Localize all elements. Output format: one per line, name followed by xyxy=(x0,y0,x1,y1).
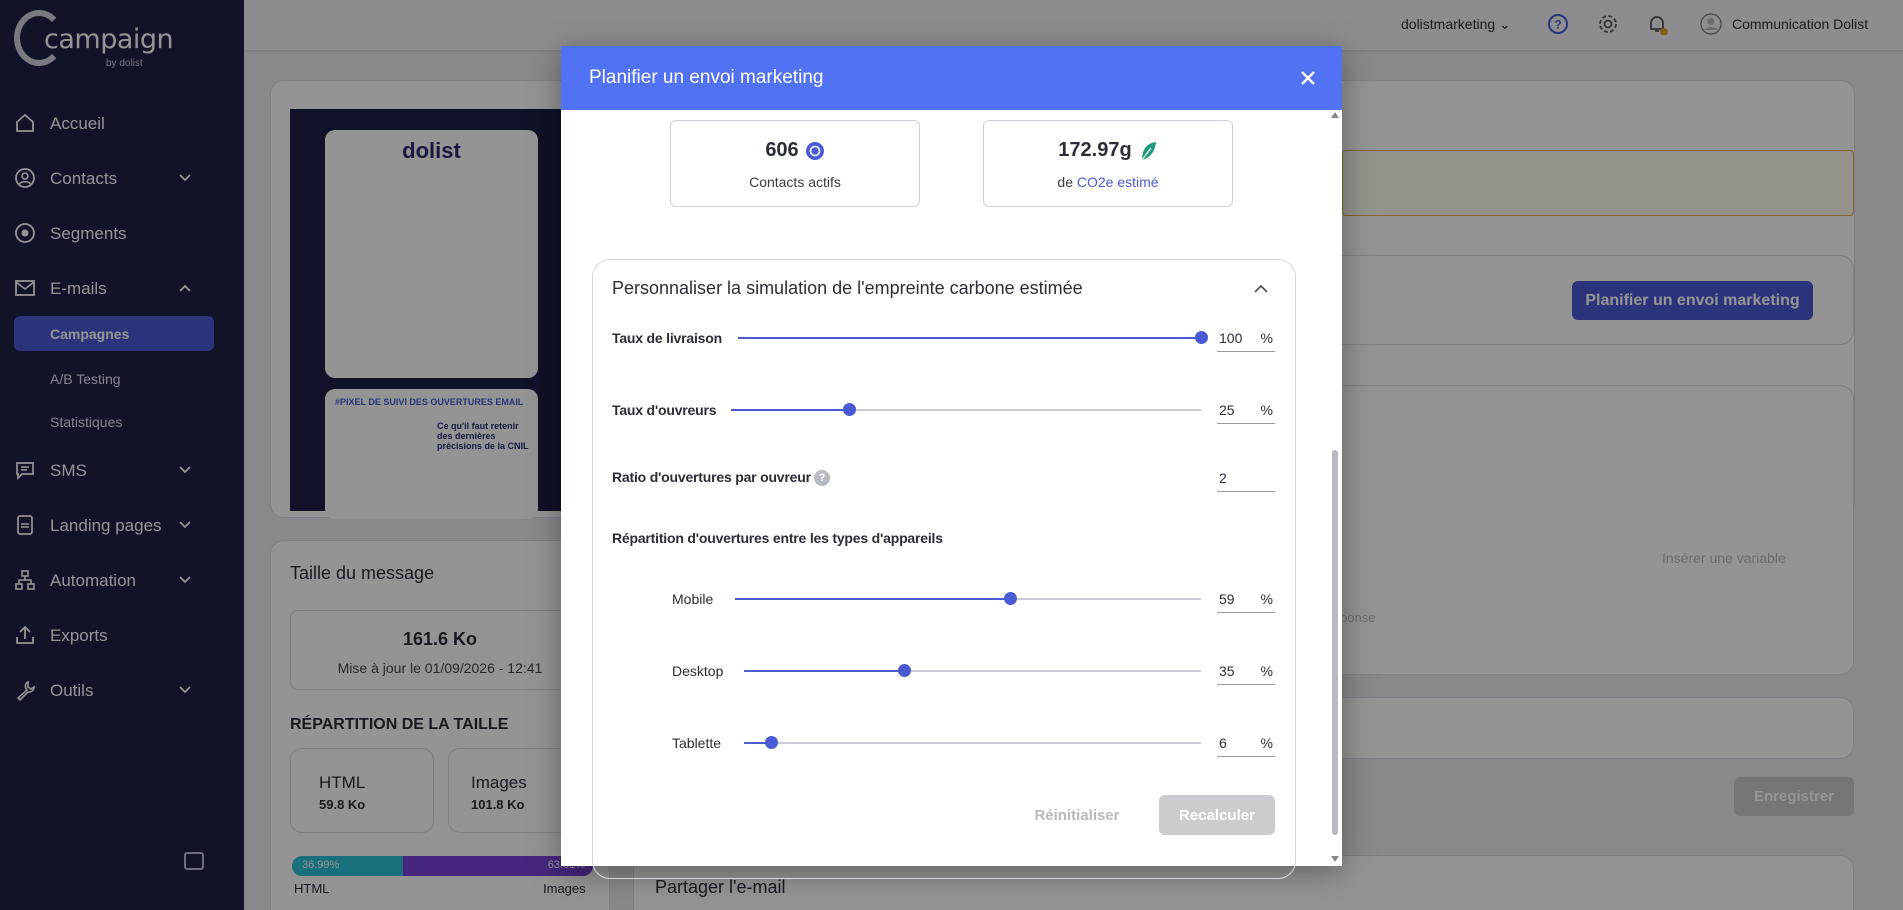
desktop-slider[interactable] xyxy=(744,664,1201,677)
open-slider[interactable] xyxy=(731,403,1201,416)
co2-link[interactable]: CO2e estimé xyxy=(1077,174,1159,190)
reset-button[interactable]: Réinitialiser xyxy=(1022,796,1132,834)
mobile-input[interactable]: 59 % xyxy=(1217,585,1275,613)
desktop-value: 35 xyxy=(1219,663,1235,679)
contacts-label: Contacts actifs xyxy=(749,174,841,190)
ratio-input[interactable]: 2 xyxy=(1217,464,1275,492)
mobile-unit: % xyxy=(1260,591,1273,607)
delivery-slider-fill xyxy=(738,337,1201,339)
delivery-slider[interactable] xyxy=(738,331,1208,344)
open-slider-thumb[interactable] xyxy=(842,403,856,416)
devices-title: Répartition d'ouvertures entre les types… xyxy=(612,530,943,546)
modal-scrollbar[interactable] xyxy=(1330,110,1340,866)
delivery-label: Taux de livraison xyxy=(612,330,722,346)
co2-value: 172.97g xyxy=(1058,139,1132,161)
delivery-slider-thumb[interactable] xyxy=(1195,331,1208,344)
contacts-value: 606 xyxy=(765,139,799,161)
modal-title: Planifier un envoi marketing xyxy=(589,67,824,88)
recalculate-button[interactable]: Recalculer xyxy=(1159,795,1275,835)
scroll-thumb[interactable] xyxy=(1332,450,1338,835)
ratio-value: 2 xyxy=(1219,470,1227,486)
open-value: 25 xyxy=(1219,402,1235,418)
scroll-down-arrow-icon[interactable] xyxy=(1331,856,1339,862)
tablet-value: 6 xyxy=(1219,735,1227,751)
open-label: Taux d'ouvreurs xyxy=(612,402,717,418)
mobile-slider-thumb[interactable] xyxy=(1003,592,1017,605)
open-slider-fill xyxy=(731,409,849,411)
delivery-unit: % xyxy=(1260,330,1273,346)
mobile-value: 59 xyxy=(1219,591,1235,607)
contacts-stat: 606 Contacts actifs xyxy=(670,120,920,207)
chevron-up-icon[interactable] xyxy=(1253,281,1269,297)
contacts-info-icon[interactable] xyxy=(805,141,825,161)
tablet-slider[interactable] xyxy=(744,736,1201,749)
tablet-label: Tablette xyxy=(672,735,722,751)
mobile-slider-fill xyxy=(735,598,1010,600)
delivery-input[interactable]: 100 % xyxy=(1217,324,1275,352)
mobile-slider[interactable] xyxy=(735,592,1201,605)
mobile-label: Mobile xyxy=(672,591,714,607)
tablet-unit: % xyxy=(1260,735,1273,751)
open-input[interactable]: 25 % xyxy=(1217,396,1275,424)
desktop-slider-thumb[interactable] xyxy=(897,664,911,677)
delivery-value: 100 xyxy=(1219,330,1243,346)
scroll-up-arrow-icon[interactable] xyxy=(1331,112,1339,118)
leaf-icon xyxy=(1141,141,1156,160)
carbon-simulation-panel xyxy=(592,259,1296,879)
desktop-slider-fill xyxy=(744,670,904,672)
desktop-label: Desktop xyxy=(672,663,724,679)
question-mark-icon[interactable]: ? xyxy=(814,470,830,486)
close-icon[interactable] xyxy=(1296,66,1320,90)
modal-header: Planifier un envoi marketing xyxy=(561,46,1342,110)
desktop-unit: % xyxy=(1260,663,1273,679)
ratio-label: Ratio d'ouvertures par ouvreur xyxy=(612,469,811,485)
desktop-input[interactable]: 35 % xyxy=(1217,657,1275,685)
tablet-input[interactable]: 6 % xyxy=(1217,729,1275,757)
co2-stat: 172.97g de CO2e estimé xyxy=(983,120,1233,207)
open-unit: % xyxy=(1260,402,1273,418)
sim-title[interactable]: Personnaliser la simulation de l'emprein… xyxy=(612,278,1083,299)
co2-prefix: de xyxy=(1057,174,1073,190)
